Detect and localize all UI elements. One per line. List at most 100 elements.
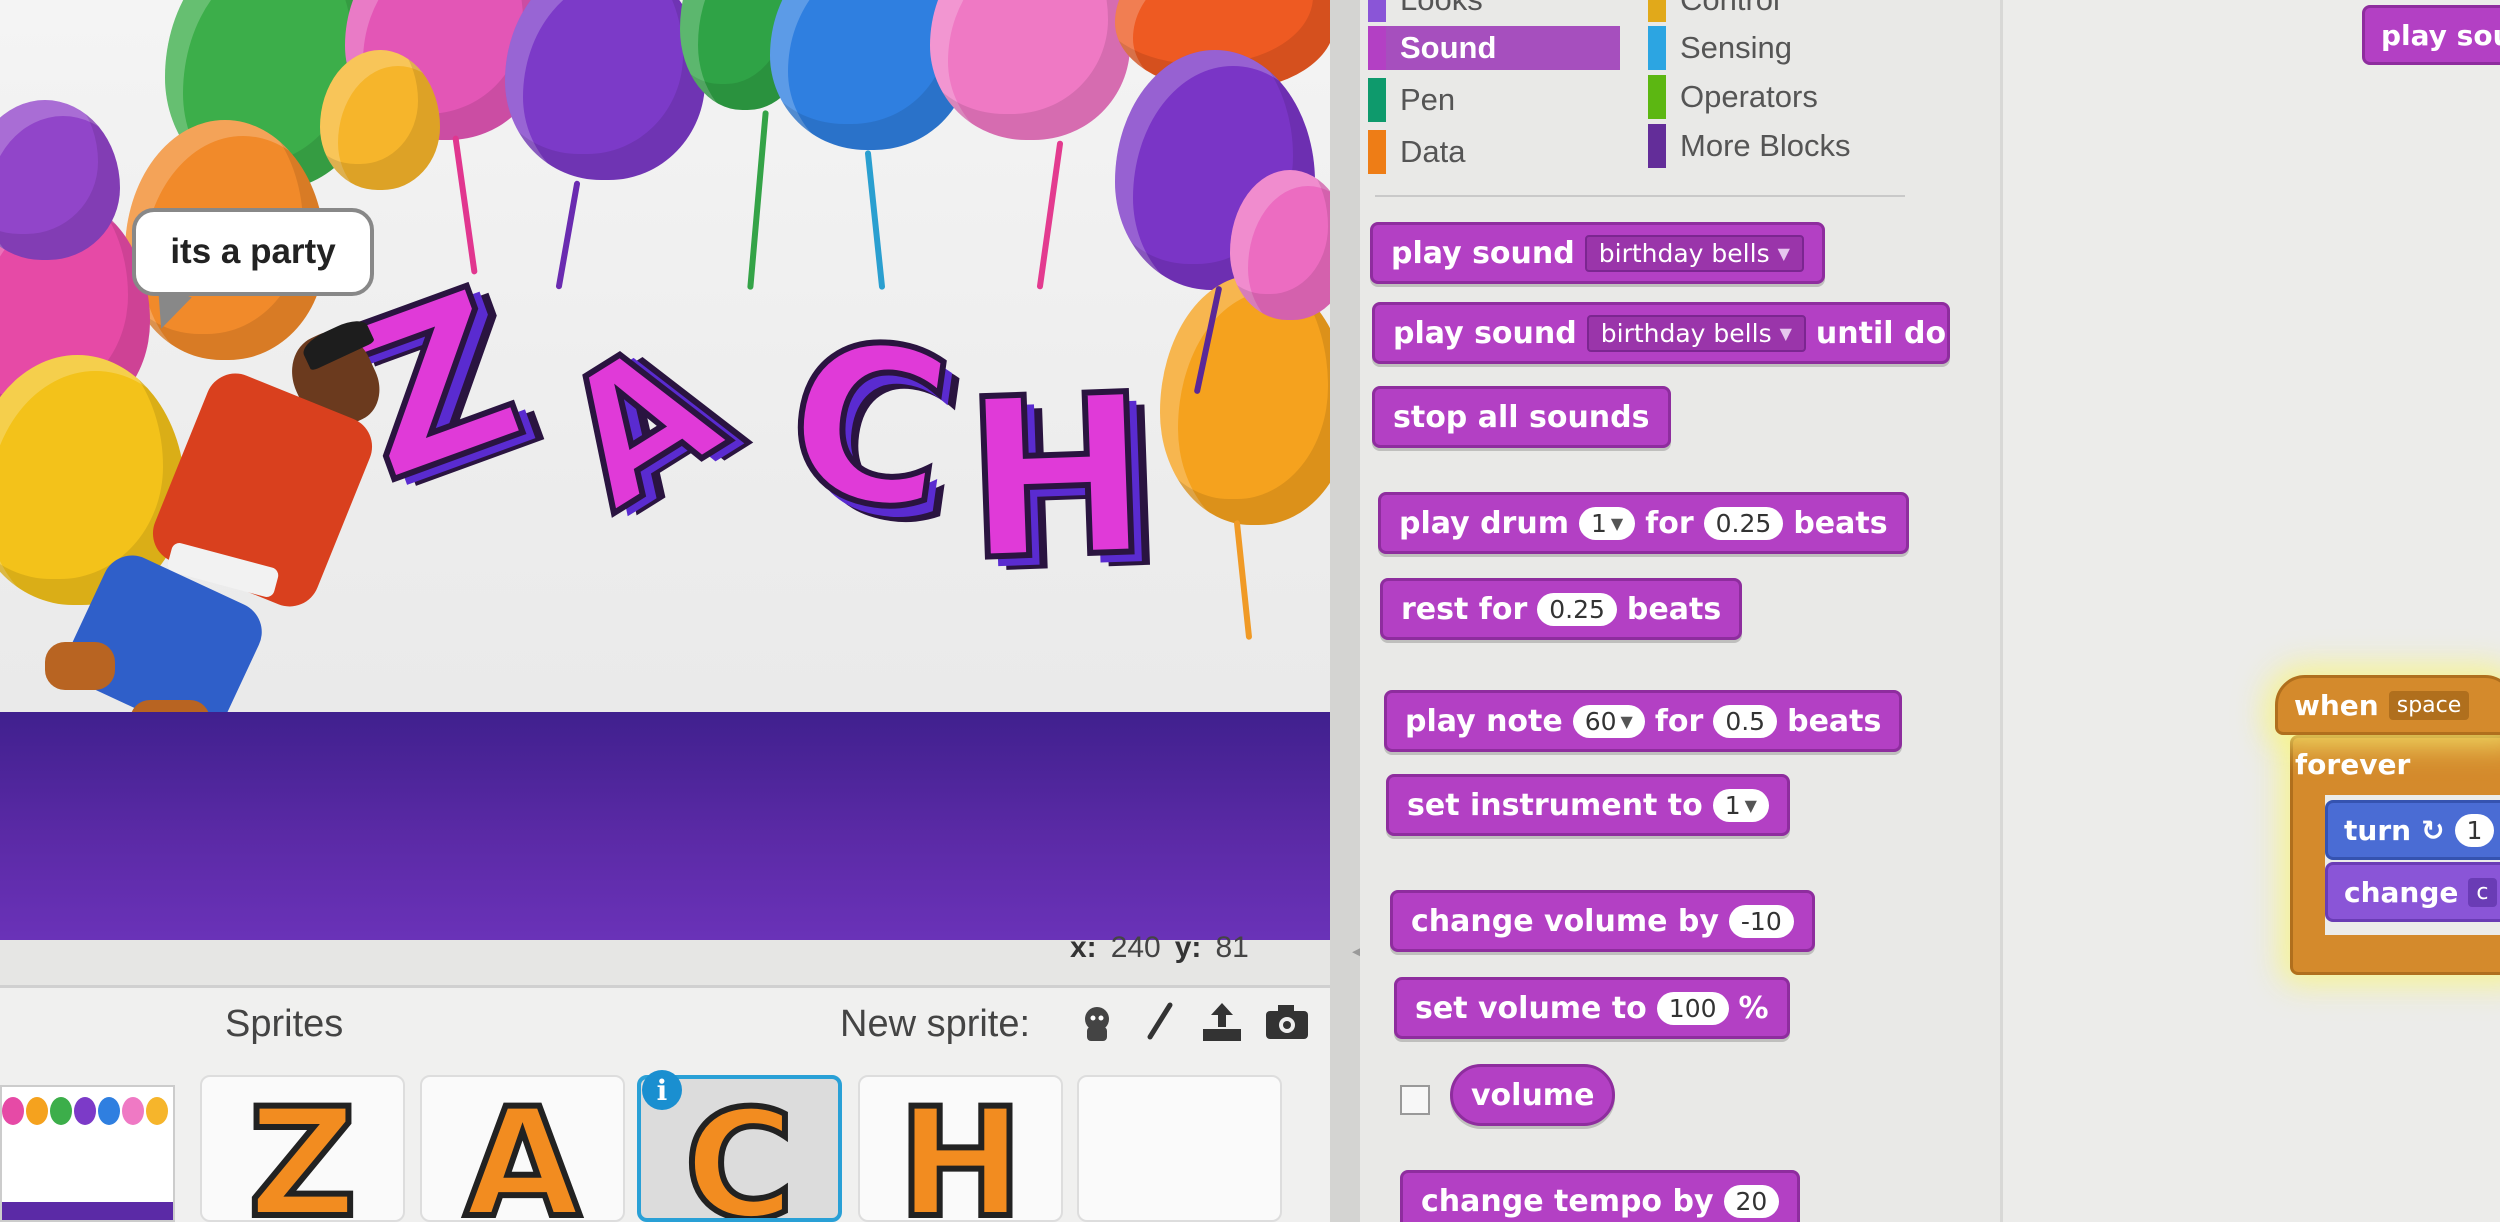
chevron-down-icon: ▼ — [1779, 323, 1792, 343]
volume-change-input[interactable]: -10 — [1728, 904, 1794, 938]
sprite-tile-empty — [1077, 1075, 1282, 1222]
balloon-pink — [930, 0, 1130, 140]
scripts-area[interactable] — [2000, 0, 2500, 1222]
data-swatch — [1368, 130, 1386, 174]
sprite-tile-z[interactable]: Z — [200, 1075, 405, 1222]
balloon-purple — [505, 0, 705, 180]
category-control[interactable]: Control — [1648, 0, 1908, 22]
instrument-input[interactable]: 1 ▼ — [1712, 788, 1769, 822]
turn-degrees-input[interactable]: 1 — [2454, 813, 2495, 847]
key-dropdown[interactable]: space — [2388, 690, 2470, 720]
category-label: Pen — [1400, 82, 1456, 117]
boy-shoe-left — [45, 642, 115, 690]
block-volume-reporter[interactable]: volume — [1450, 1064, 1616, 1126]
pen-swatch — [1368, 78, 1386, 122]
block-label: set instrument to — [1407, 787, 1703, 823]
block-label: play drum — [1399, 505, 1569, 541]
category-operators[interactable]: Operators — [1648, 75, 1908, 119]
sprite-a: A — [461, 1077, 583, 1222]
beats-input[interactable]: 0.25 — [1703, 506, 1784, 540]
category-pen[interactable]: Pen — [1368, 78, 1618, 122]
block-play-note[interactable]: play note 60 ▼ for 0.5 beats — [1384, 690, 1903, 752]
volume-input[interactable]: 100 — [1656, 991, 1729, 1025]
upload-icon[interactable] — [1195, 995, 1249, 1049]
sprite-z: Z — [245, 1077, 360, 1222]
instrument-value: 1 — [1724, 790, 1741, 820]
for-label: for — [1645, 505, 1694, 541]
note-input[interactable]: 60 ▼ — [1572, 704, 1645, 738]
character-library-icon[interactable] — [1070, 995, 1124, 1049]
for-label: for — [1654, 703, 1704, 739]
note-value: 60 — [1584, 706, 1617, 736]
script-when-key-pressed[interactable]: when space — [2275, 675, 2500, 735]
sprite-h: H — [895, 1077, 1027, 1222]
block-label: set volume to — [1415, 990, 1647, 1026]
beats-label: beats — [1793, 505, 1888, 541]
category-looks[interactable]: Looks — [1368, 0, 1618, 22]
sprites-header: Sprites New sprite: — [190, 995, 1350, 1055]
block-stop-all-sounds[interactable]: stop all sounds — [1372, 386, 1671, 448]
drum-value: 1 — [1590, 508, 1607, 538]
balloon-orange — [1160, 275, 1350, 525]
camera-icon[interactable] — [1260, 995, 1314, 1049]
thumbnail-balloons — [2, 1097, 173, 1137]
effect-dropdown[interactable]: c — [2468, 877, 2497, 907]
sprite-tile-h[interactable]: H — [858, 1075, 1063, 1222]
script-change-effect[interactable]: change c — [2325, 862, 2500, 922]
category-label: Operators — [1680, 79, 1818, 114]
script-play-sound[interactable]: play sou — [2362, 5, 2500, 65]
dropdown-value: birthday bells — [1600, 318, 1772, 348]
stage-thumbnail[interactable] — [0, 1085, 175, 1222]
drum-input[interactable]: 1 ▼ — [1578, 506, 1636, 540]
ribbon — [555, 180, 581, 290]
stage-letter-c: C — [770, 287, 967, 564]
beats-label: beats — [1626, 591, 1722, 627]
block-set-volume[interactable]: set volume to 100 % — [1394, 977, 1790, 1039]
beats-input[interactable]: 0.5 — [1713, 704, 1778, 738]
category-label: Data — [1400, 134, 1466, 169]
sound-dropdown[interactable]: birthday bells ▼ — [1586, 314, 1806, 352]
block-change-volume[interactable]: change volume by -10 — [1390, 890, 1815, 952]
block-label: change volume by — [1411, 903, 1719, 939]
category-label: Looks — [1400, 0, 1483, 18]
ribbon — [747, 110, 769, 290]
speech-bubble: its a party — [132, 208, 374, 296]
category-sensing[interactable]: Sensing — [1648, 26, 1908, 70]
block-label: play note — [1405, 703, 1563, 739]
block-label: play sound — [1391, 235, 1575, 271]
sprite-tile-a[interactable]: A — [420, 1075, 625, 1222]
block-set-instrument[interactable]: set instrument to 1 ▼ — [1386, 774, 1790, 836]
tempo-input[interactable]: 20 — [1723, 1184, 1780, 1218]
ribbon — [1036, 140, 1064, 290]
script-block-label: play sou — [2381, 18, 2500, 52]
sensing-swatch — [1648, 26, 1666, 70]
category-label: More Blocks — [1680, 128, 1851, 163]
block-label: change tempo by — [1421, 1183, 1714, 1219]
sprite-info-icon[interactable]: i — [642, 1070, 682, 1110]
sound-dropdown[interactable]: birthday bells ▼ — [1584, 234, 1804, 272]
rotate-clockwise-icon: ↻ — [2421, 813, 2445, 847]
chevron-down-icon: ▼ — [1777, 243, 1790, 263]
paint-brush-icon[interactable] — [1132, 995, 1186, 1049]
category-sound[interactable]: Sound — [1368, 26, 1620, 70]
block-play-sound[interactable]: play sound birthday bells ▼ — [1370, 222, 1825, 284]
stage[interactable]: Z A C H its a party — [0, 0, 1350, 940]
y-value: 81 — [1215, 931, 1249, 964]
script-block-label: change — [2344, 875, 2459, 909]
block-play-sound-until-done[interactable]: play sound birthday bells ▼ until do — [1372, 302, 1950, 364]
block-change-tempo[interactable]: change tempo by 20 — [1400, 1170, 1801, 1222]
script-turn[interactable]: turn ↻ 1 — [2325, 800, 2500, 860]
script-block-label: when — [2294, 688, 2379, 722]
block-play-drum[interactable]: play drum 1 ▼ for 0.25 beats — [1378, 492, 1909, 554]
category-more-blocks[interactable]: More Blocks — [1648, 124, 1928, 168]
volume-monitor-checkbox[interactable] — [1400, 1085, 1430, 1115]
more-blocks-swatch — [1648, 124, 1666, 168]
block-label: rest for — [1401, 591, 1528, 627]
category-separator — [1375, 195, 1905, 197]
category-data[interactable]: Data — [1368, 130, 1618, 174]
block-suffix: until do — [1815, 315, 1947, 351]
block-rest-for[interactable]: rest for 0.25 beats — [1380, 578, 1743, 640]
block-label: play sound — [1393, 315, 1577, 351]
rest-beats-input[interactable]: 0.25 — [1537, 592, 1617, 626]
dropdown-value: birthday bells — [1598, 238, 1770, 268]
